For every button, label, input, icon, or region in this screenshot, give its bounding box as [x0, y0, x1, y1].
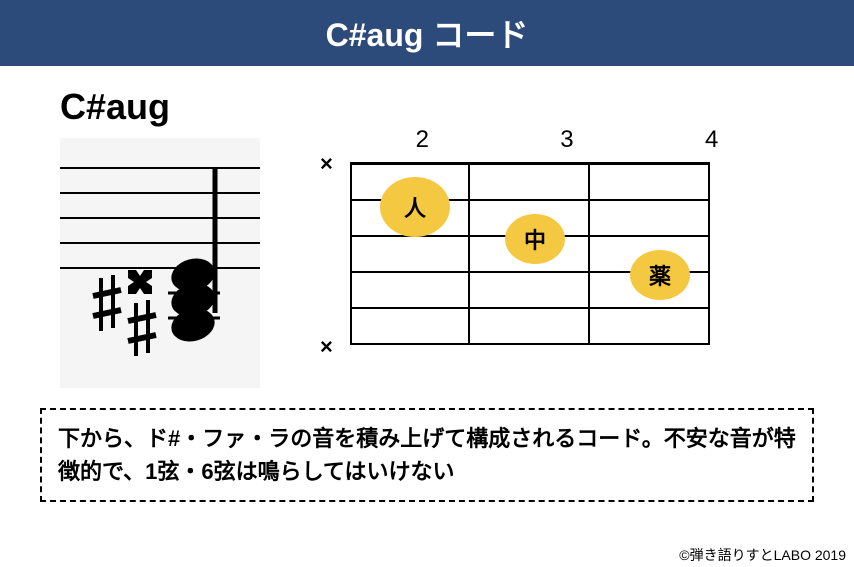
finger-marker-middle: 中 [505, 214, 565, 264]
music-staff [60, 138, 260, 388]
chord-name: C#aug [60, 86, 260, 128]
finger-label: 薬 [649, 259, 671, 291]
copyright-text: ©弾き語りすとLABO 2019 [679, 545, 846, 565]
fret-label: 4 [705, 126, 718, 154]
finger-marker-index: 人 [380, 177, 450, 237]
staff-notation-icon [60, 138, 260, 388]
description-box: 下から、ド#・ファ・ラの音を積み上げて構成されるコード。不安な音が特徴的で、1弦… [40, 408, 814, 502]
finger-label: 中 [524, 223, 546, 255]
main-content: C#aug [0, 66, 854, 398]
mute-mark: × [320, 334, 333, 360]
page-header: C#aug コード [0, 0, 854, 66]
fret-label: 3 [560, 126, 573, 154]
fretboard-grid: × × 人 中 薬 [350, 162, 814, 345]
description-text: 下から、ド#・ファ・ラの音を積み上げて構成されるコード。不安な音が特徴的で、1弦… [58, 426, 796, 484]
fret-number-row: 2 3 4 [320, 126, 814, 154]
notation-column: C#aug [40, 86, 260, 388]
mute-mark: × [320, 151, 333, 177]
header-title: C#aug コード [326, 17, 529, 53]
finger-label: 人 [404, 191, 426, 223]
fret-label: 2 [416, 126, 429, 154]
finger-marker-ring: 薬 [630, 250, 690, 300]
fretboard-column: 2 3 4 × × 人 中 薬 [320, 86, 814, 388]
